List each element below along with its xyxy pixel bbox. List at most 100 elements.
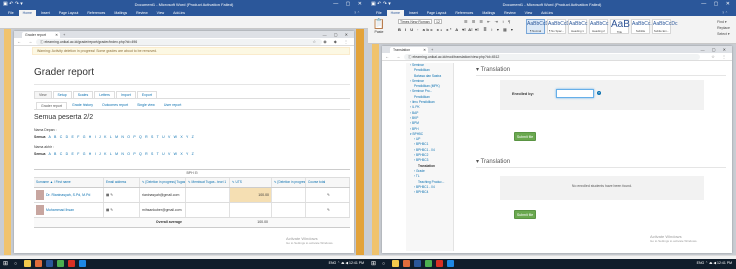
taskbar-app-icon[interactable] (392, 260, 399, 267)
system-tray-clock[interactable]: ENG ⌃ ⏏ ◀ 12:41 PM (329, 261, 364, 265)
taskbar-app-icon[interactable] (35, 260, 42, 267)
col-header-course-total[interactable]: Course total (306, 178, 350, 187)
address-bar-row: ← → ⟳ ⓘ elearning.unikal.ac.id/mod/trans… (382, 53, 732, 61)
style-heading-1[interactable]: AaBbCc Heading 1 (568, 19, 587, 34)
submit-file-button[interactable]: Submit file (514, 132, 536, 141)
avatar (36, 205, 44, 216)
browser-tab-title: Translation (393, 48, 411, 52)
style-normal[interactable]: AaBbCcDc ¶ Normal (526, 19, 551, 34)
browser-window-controls[interactable]: — ▢ ✕ (323, 32, 351, 37)
taskbar-app-icon[interactable] (403, 260, 410, 267)
style-subtle-emphasis[interactable]: AaBbCcDc Subtle Em... (652, 19, 678, 34)
row-edit-icons[interactable]: ▦ ✎ (104, 203, 140, 217)
browser-window-controls[interactable]: — ▢ ✕ (701, 47, 729, 52)
course-total-cell[interactable]: ✎ (306, 203, 350, 217)
tab-view[interactable]: View (34, 91, 52, 98)
close-tab-icon[interactable]: ✕ (55, 33, 58, 37)
url-input[interactable]: ⓘ elearning.unikal.ac.id/grade/report/gr… (36, 39, 322, 45)
new-tab-icon[interactable]: + (431, 47, 433, 52)
style-sample: AaBbCcDc (653, 21, 678, 27)
grade-cell[interactable] (186, 203, 230, 217)
translation-heading-2[interactable]: ▾ Translation (476, 158, 510, 165)
table-row: Muhammad Ihsan ▦ ✎ mihsankuber@gmail.com… (34, 203, 350, 218)
style-heading-2[interactable]: AaBbCc Heading 2 (589, 19, 608, 34)
navigation-tree: › Seminar Pendidikan Bahasa dan Sastra › Se… (406, 63, 454, 251)
paragraph-buttons-row1[interactable]: ☰ ☰ ☰ ⇤ ⇥ ↕ ¶ (464, 19, 512, 24)
word-document-title: Document1 - Microsoft Word (Product Acti… (502, 2, 602, 7)
nav-tree-item[interactable]: › BPH5C4 (406, 190, 453, 195)
col-header-membuat-tugas[interactable]: ✎ Membuat Tugas - teori 1 (186, 178, 230, 187)
font-size-select[interactable]: 12 (434, 19, 442, 24)
taskbar-app-icon[interactable] (24, 260, 31, 267)
taskbar-app-icon[interactable] (79, 260, 86, 267)
browser-extension-icons[interactable]: ☆ ⋮ (711, 54, 729, 59)
system-tray-clock[interactable]: ENG ⌃ ⏏ ◀ 12:41 PM (697, 261, 732, 265)
url-input[interactable]: ⓘ elearning.unikal.ac.id/mod/translation… (404, 54, 700, 60)
style-name: Heading 1 (571, 29, 584, 33)
style-sample: AaBbCc (590, 21, 609, 27)
taskbar-app-icon[interactable] (414, 260, 421, 267)
col-header-tugas-1[interactable]: ✎ [Deletion in progress] Tugas 1 (140, 178, 186, 187)
new-tab-icon[interactable]: + (63, 32, 65, 37)
col-header-email[interactable]: Email address (104, 178, 140, 187)
taskbar-app-icon[interactable] (447, 260, 454, 267)
tab-setup[interactable]: Setup (52, 91, 72, 98)
student-name-link[interactable]: Dr. Rianinasyah, S.Pd, M.Pd (46, 193, 90, 197)
student-cell: Muhammad Ihsan (34, 203, 104, 217)
last-name-letter-links[interactable]: A B C D E F G H I J K L M N O P Q R S T … (48, 152, 195, 156)
taskbar: ⊞ ○ ENG ⌃ ⏏ ◀ 12:41 PM (368, 259, 736, 269)
page-title: Grader report (34, 67, 95, 78)
styles-gallery: AaBbCcDc ¶ Normal AaBbCcDc ¶ No Spac... Aa… (526, 19, 678, 34)
grade-cell[interactable] (272, 203, 306, 217)
tab-scales[interactable]: Scales (72, 91, 94, 98)
student-name-link[interactable]: Muhammad Ihsan (46, 208, 74, 212)
col-header-land-1[interactable]: ✎ [Deletion in progress] Land 1 (272, 178, 306, 187)
col-header-uts[interactable]: ✎ UTS (230, 178, 272, 187)
browser-extension-icons[interactable]: ☆ ◉ ◆ ⋮ (313, 39, 352, 44)
close-tab-icon[interactable]: ✕ (423, 48, 426, 52)
taskbar-app-icon[interactable] (436, 260, 443, 267)
style-subtitle[interactable]: AaBbCc. Subtitle (631, 19, 652, 34)
window-controls[interactable]: — ▢ ✕ (701, 1, 733, 7)
paste-label: Paste (374, 30, 384, 34)
row-edit-icons[interactable]: ▦ ✎ (104, 188, 140, 202)
paragraph-buttons-row2[interactable]: ≡ ≡ ≡ ≣ ↕ ▾ ▦ ▾ (464, 27, 514, 32)
window-controls[interactable]: — ▢ ✕ (333, 1, 365, 7)
document-area: Translation ✕ + — ▢ ✕ ← → ⟳ ⓘ elearning.… (368, 44, 736, 255)
taskbar-app-icon[interactable] (68, 260, 75, 267)
col-header-name[interactable]: Surname ▲ / First name (34, 178, 104, 187)
clipboard-icon: 📋 (372, 19, 386, 30)
submit-file-button-2[interactable]: Submit file (514, 210, 536, 219)
translation-heading-1[interactable]: ▾ Translation (476, 66, 510, 73)
style-title[interactable]: AaB Title (610, 19, 630, 34)
taskbar-app-icon[interactable] (57, 260, 64, 267)
grade-cell-highlighted[interactable]: 100.00 (230, 188, 272, 202)
category-row[interactable]: BPH ⊟ (34, 170, 350, 178)
first-name-letter-links[interactable]: A B C D E F G H I J K L M N O P Q R S T … (48, 135, 195, 139)
tab-export[interactable]: Export (136, 91, 157, 98)
grade-cell[interactable] (230, 203, 272, 217)
paste-button[interactable]: 📋 Paste (372, 19, 386, 37)
help-icon[interactable]: ? (597, 91, 601, 95)
grade-cell[interactable] (186, 188, 230, 202)
tab-import[interactable]: Import (115, 91, 136, 98)
first-name-all-link[interactable]: Semua (34, 135, 45, 139)
windows-start-icon[interactable]: ⊞ (371, 261, 376, 267)
taskbar-apps (392, 260, 454, 267)
tabs-divider (34, 98, 350, 99)
taskbar-app-icon[interactable] (425, 260, 432, 267)
course-total-cell[interactable]: ✎ (306, 188, 350, 202)
last-name-all-link[interactable]: Semua (34, 152, 45, 156)
enrolled-by-input[interactable] (556, 89, 594, 98)
style-no-spacing[interactable]: AaBbCcDc ¶ No Spac... (547, 19, 572, 34)
cortana-search-icon[interactable]: ○ (14, 261, 17, 267)
windows-start-icon[interactable]: ⊞ (3, 261, 8, 267)
select-button[interactable]: Select ▾ (717, 31, 730, 37)
ribbon-collapsed (0, 16, 368, 29)
taskbar-app-icon[interactable] (46, 260, 53, 267)
style-name: Subtitle (635, 29, 646, 33)
font-name-select[interactable]: Times New Roman (398, 19, 432, 24)
tab-letters[interactable]: Letters (94, 91, 115, 98)
cortana-search-icon[interactable]: ○ (382, 261, 385, 267)
grade-cell[interactable] (272, 188, 306, 202)
